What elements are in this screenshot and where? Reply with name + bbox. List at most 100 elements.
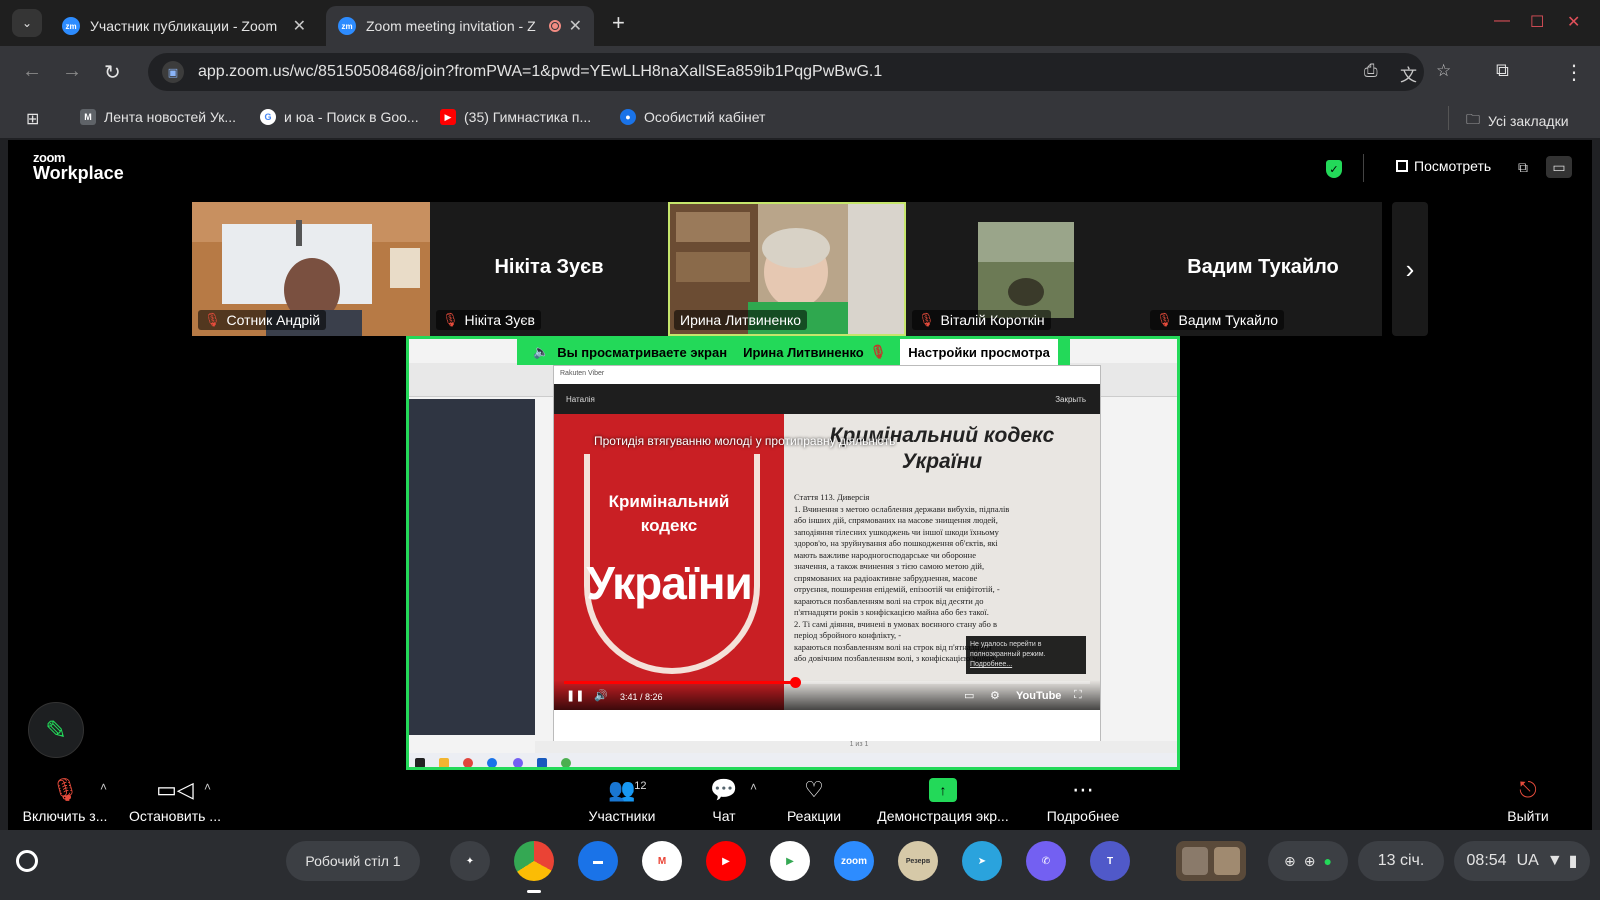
files-app-icon[interactable]: ▬ (578, 841, 618, 881)
article-line: Стаття 113. Диверсія (794, 492, 870, 502)
reserve-app-icon[interactable]: Резерв (898, 841, 938, 881)
captions-icon: ▭ (964, 690, 975, 702)
encryption-shield-icon[interactable]: ✓ (1326, 160, 1342, 178)
video-options-caret-icon[interactable]: ˄ (204, 780, 211, 794)
participant-tile-speaking[interactable]: Ирина Литвиненко (668, 202, 906, 336)
all-bookmarks-button[interactable]: 🗀 Усі закладки (1466, 109, 1569, 133)
close-icon[interactable]: ✕ (293, 16, 306, 36)
next-page-button[interactable]: › (1392, 202, 1428, 336)
unmute-button[interactable]: 🎙 Включить з... (18, 770, 112, 830)
bookmark-item[interactable]: M Лента новостей Ук... (80, 109, 236, 125)
video-left-panel: Кримінальний кодекс України (554, 414, 784, 710)
chrome-app-icon[interactable] (514, 841, 554, 881)
launcher-button[interactable] (16, 850, 38, 872)
address-bar[interactable]: ▣ app.zoom.us/wc/85150508468/join?fromPW… (148, 53, 1451, 91)
system-tray[interactable]: 08:54 UA ▼ ▮ (1454, 841, 1590, 881)
bookmark-item[interactable]: G и юа - Поиск в Goo... (260, 109, 419, 125)
tab-participant[interactable]: zm Участник публикации - Zoom ✕ (50, 6, 318, 46)
participant-tile[interactable]: 🎙 Віталій Короткін (906, 202, 1144, 336)
recording-dot-icon: ● (1323, 853, 1332, 869)
site-camera-icon[interactable]: ▣ (162, 61, 184, 83)
extensions-icon[interactable]: ⧉ (1496, 60, 1509, 81)
bookmark-star-icon[interactable]: ☆ (1436, 61, 1451, 81)
leave-button[interactable]: ⎋ Выйти (1498, 770, 1558, 830)
tab-search-button[interactable]: ⌄ (12, 9, 42, 37)
taskbar-app-icon (463, 758, 473, 767)
mic-muted-icon: 🎙 (918, 312, 935, 327)
chat-options-caret-icon[interactable]: ˄ (750, 780, 757, 794)
view-options-button[interactable]: Настройки просмотра (900, 339, 1058, 365)
meeting-controls: 🎙 Включить з... ˄ ▭◁ Остановить ... ˄ 👥 1… (8, 770, 1592, 830)
tab-title: Zoom meeting invitation - Z (366, 18, 536, 34)
menu-dots-icon[interactable]: ⋮ (1564, 60, 1584, 85)
minimize-icon[interactable]: — (1494, 12, 1510, 30)
apps-grid-icon[interactable]: ⊞ (26, 109, 39, 129)
maximize-icon[interactable]: ☐ (1530, 12, 1544, 32)
tab-zoom-meeting[interactable]: zm Zoom meeting invitation - Z ✕ (326, 6, 594, 46)
url-text[interactable]: app.zoom.us/wc/85150508468/join?fromPWA=… (198, 63, 882, 81)
fullscreen-error-more: Подробнее... (970, 661, 1013, 668)
more-button[interactable]: ⋯ Подробнее (1038, 770, 1128, 830)
youtube-app-icon[interactable]: ▶ (706, 841, 746, 881)
bookmark-item[interactable]: ● Особистий кабінет (620, 109, 765, 125)
reload-icon[interactable]: ↻ (104, 60, 121, 85)
participants-button[interactable]: 👥 12 Участники (582, 770, 662, 830)
back-arrow-icon[interactable]: ← (22, 60, 42, 83)
shared-screen[interactable]: Rakuten Viber Наталія Закрыть Кримінальн… (406, 336, 1180, 770)
picture-in-picture-icon[interactable]: ⧉ (1510, 156, 1536, 178)
zoom-app-icon[interactable]: zoom (834, 841, 874, 881)
pencil-icon: ✎ (45, 714, 67, 745)
close-icon[interactable]: ✕ (569, 16, 582, 36)
fullscreen-video-icon: ⛶ (1074, 689, 1082, 701)
status-tray[interactable]: ⊕ ⊕ ● (1268, 841, 1348, 881)
leave-icon: ⎋ (1519, 777, 1537, 802)
participant-tile[interactable]: 🎙 Сотник Андрій (192, 202, 430, 336)
forward-arrow-icon[interactable]: → (62, 60, 82, 83)
document-sidebar (409, 399, 535, 735)
share-screen-button[interactable]: ↑ Демонстрация экр... (868, 770, 1018, 830)
stop-video-button[interactable]: ▭◁ Остановить ... (120, 770, 230, 830)
bookmark-item[interactable]: ▶ (35) Гимнастика п... (440, 109, 591, 125)
all-bookmarks-label: Усі закладки (1488, 113, 1569, 129)
windows-start-icon (415, 758, 425, 767)
settings-gear-icon: ⚙ (990, 690, 1000, 702)
share-icon-wrap: ↑ (929, 778, 957, 802)
annotate-pencil-button[interactable]: ✎ (28, 702, 84, 758)
participant-label: Ирина Литвиненко (674, 310, 808, 330)
participant-label: 🎙 Віталій Короткін (912, 310, 1051, 330)
view-button[interactable]: Посмотреть (1396, 158, 1491, 174)
zoom-favicon-icon: zm (62, 17, 80, 35)
telegram-app-icon[interactable]: ➤ (962, 841, 1002, 881)
date-button[interactable]: 13 січ. (1358, 841, 1444, 881)
video-title-overlay: Протидія втягуванню молоді у протиправну… (594, 434, 896, 448)
bookmark-label: Лента новостей Ук... (104, 109, 237, 125)
close-window-icon[interactable]: ✕ (1567, 12, 1580, 32)
gemini-app-icon[interactable]: ✦ (450, 841, 490, 881)
battery-icon: ▮ (1568, 853, 1578, 870)
fullscreen-icon[interactable]: ▭ (1546, 156, 1572, 178)
browser-toolbar: ← → ↻ ▣ app.zoom.us/wc/85150508468/join?… (0, 46, 1600, 98)
code-title-2: України (901, 450, 983, 473)
windows-taskbar (409, 753, 1177, 767)
viber-app-icon[interactable]: ✆ (1026, 841, 1066, 881)
desk-button[interactable]: Робочий стіл 1 (286, 841, 420, 881)
chat-button[interactable]: 💬 Чат (694, 770, 754, 830)
mic-icon: 🎙 (869, 344, 887, 359)
chat-label: Чат (712, 808, 736, 824)
chat-name: Наталія (566, 394, 595, 404)
bookmarks-divider (1448, 106, 1449, 130)
mic-options-caret-icon[interactable]: ˄ (100, 780, 107, 794)
video-time: 3:41 / 8:26 (620, 692, 663, 702)
taskbar-app-icon (487, 758, 497, 767)
gmail-app-icon[interactable]: M (642, 841, 682, 881)
reactions-button[interactable]: ♡ Реакции (774, 770, 854, 830)
participant-name: Ирина Литвиненко (680, 312, 802, 328)
participant-tile[interactable]: Нікіта Зуєв 🎙 Нікіта Зуєв (430, 202, 668, 336)
translate-icon[interactable]: 文 (1400, 61, 1417, 86)
play-app-icon[interactable]: ▶ (770, 841, 810, 881)
teams-app-icon[interactable]: T (1090, 841, 1130, 881)
participant-tile[interactable]: Вадим Тукайло 🎙 Вадим Тукайло (1144, 202, 1382, 336)
window-preview-thumbnail[interactable] (1176, 841, 1246, 881)
install-app-icon[interactable]: ⎙ (1364, 61, 1378, 81)
new-tab-button[interactable]: + (612, 10, 625, 36)
